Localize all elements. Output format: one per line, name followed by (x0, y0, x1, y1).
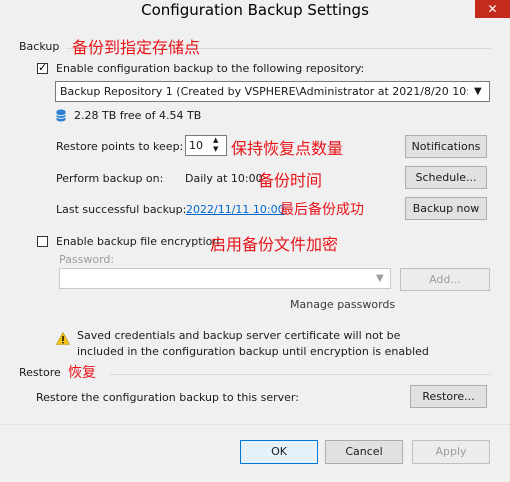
password-select[interactable]: ▼ (59, 268, 391, 289)
warning-text-line2: included in the configuration backup unt… (77, 345, 429, 358)
repository-select[interactable]: Backup Repository 1 (Created by VSPHERE\… (55, 81, 490, 102)
perform-backup-value: Daily at 10:00 (185, 172, 263, 185)
restore-button[interactable]: Restore... (410, 385, 487, 408)
backup-time-annotation: 备份时间 (258, 171, 323, 190)
backup-annotation: 备份到指定存储点 (72, 38, 201, 57)
restore-points-annotation: 保持恢复点数量 (231, 139, 344, 158)
storage-info: 2.28 TB free of 4.54 TB (74, 109, 202, 122)
encryption-annotation: 启用备份文件加密 (210, 235, 339, 254)
restore-points-label: Restore points to keep: (56, 140, 184, 153)
restore-description: Restore the configuration backup to this… (36, 391, 299, 404)
close-button[interactable]: ✕ (475, 0, 510, 18)
warning-icon (55, 331, 71, 345)
last-backup-annotation: 最后备份成功 (280, 202, 364, 218)
last-backup-label: Last successful backup: (56, 203, 187, 216)
restore-points-value: 10 (189, 139, 203, 152)
window-title: Configuration Backup Settings (141, 1, 369, 19)
chevron-down-icon: ▼ (376, 273, 384, 284)
repository-select-value: Backup Repository 1 (Created by VSPHERE\… (60, 85, 468, 98)
restore-section-divider (110, 374, 491, 375)
cancel-button[interactable]: Cancel (325, 440, 403, 464)
restore-annotation: 恢复 (68, 365, 96, 381)
notifications-button[interactable]: Notifications (405, 135, 487, 158)
stepper-up-icon[interactable]: ▲ (213, 136, 218, 145)
stepper-down-icon[interactable]: ▼ (213, 145, 218, 154)
enable-encryption-checkbox[interactable] (37, 236, 48, 247)
enable-encryption-label: Enable backup file encryption (56, 235, 220, 248)
enable-backup-checkbox[interactable] (37, 61, 48, 75)
backup-now-button[interactable]: Backup now (405, 197, 487, 220)
password-label: Password: (59, 253, 115, 266)
warning-text-line1: Saved credentials and backup server cert… (77, 329, 401, 342)
apply-button[interactable]: Apply (412, 440, 490, 464)
last-backup-link[interactable]: 2022/11/11 10:00 (186, 203, 285, 216)
restore-section-label: Restore (19, 366, 61, 379)
chevron-down-icon: ▼ (474, 86, 482, 97)
enable-backup-label: Enable configuration backup to the follo… (56, 62, 365, 75)
backup-section-label: Backup (19, 40, 60, 53)
database-icon (56, 109, 66, 122)
add-password-button[interactable]: Add... (400, 268, 490, 291)
manage-passwords-link[interactable]: Manage passwords (290, 298, 395, 311)
schedule-button[interactable]: Schedule... (405, 166, 487, 189)
ok-button[interactable]: OK (240, 440, 318, 464)
close-icon: ✕ (487, 2, 498, 16)
footer-divider (0, 424, 510, 425)
restore-points-stepper[interactable]: 10 ▲ ▼ (185, 135, 227, 156)
perform-backup-label: Perform backup on: (56, 172, 164, 185)
